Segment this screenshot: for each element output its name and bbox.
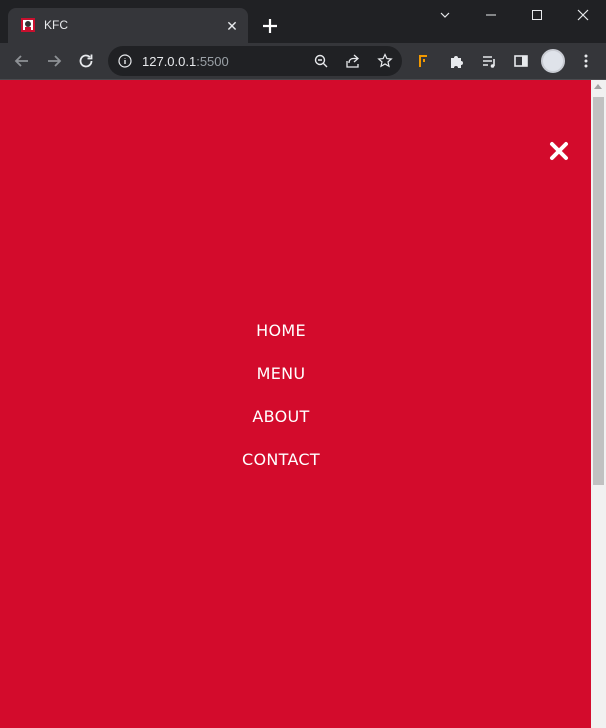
tab-title: KFC <box>44 18 68 32</box>
tab-strip: KFC ✕ <box>0 0 606 43</box>
forward-arrow-icon[interactable] <box>42 49 66 73</box>
reload-icon[interactable] <box>74 49 98 73</box>
more-menu-icon[interactable] <box>574 49 598 73</box>
bookmark-star-icon[interactable] <box>377 53 393 69</box>
nav-link-menu[interactable]: MENU <box>0 361 562 404</box>
scrollbar-thumb[interactable] <box>593 97 604 485</box>
scroll-up-arrow-icon[interactable] <box>594 84 602 89</box>
zoom-icon[interactable] <box>313 53 329 69</box>
kfc-favicon-icon <box>21 18 35 32</box>
new-tab-icon[interactable] <box>258 14 282 38</box>
address-url: 127.0.0.1:5500 <box>142 54 229 69</box>
tab-close-icon[interactable]: ✕ <box>222 16 242 36</box>
profile-avatar[interactable] <box>541 49 565 73</box>
nav-menu: HOME MENU ABOUT CONTACT <box>0 318 562 490</box>
side-panel-icon[interactable] <box>509 49 533 73</box>
extension-icon[interactable] <box>413 49 437 73</box>
extensions-puzzle-icon[interactable] <box>445 49 469 73</box>
media-control-icon[interactable] <box>477 49 501 73</box>
browser-toolbar: 127.0.0.1:5500 <box>0 43 606 80</box>
menu-close-icon[interactable] <box>548 140 570 162</box>
back-arrow-icon[interactable] <box>10 49 34 73</box>
nav-link-about[interactable]: ABOUT <box>0 404 562 447</box>
nav-link-home[interactable]: HOME <box>0 318 562 361</box>
window-close-icon[interactable] <box>560 0 606 30</box>
site-info-icon[interactable] <box>118 54 132 68</box>
maximize-icon[interactable] <box>514 0 560 30</box>
nav-link-contact[interactable]: CONTACT <box>0 447 562 490</box>
address-bar[interactable]: 127.0.0.1:5500 <box>108 46 402 76</box>
page-content: HOME MENU ABOUT CONTACT <box>0 80 591 728</box>
vertical-scrollbar[interactable] <box>591 80 606 728</box>
tab-search-icon[interactable] <box>422 0 468 30</box>
share-icon[interactable] <box>345 53 361 69</box>
browser-tab[interactable]: KFC ✕ <box>8 8 248 43</box>
minimize-icon[interactable] <box>468 0 514 30</box>
